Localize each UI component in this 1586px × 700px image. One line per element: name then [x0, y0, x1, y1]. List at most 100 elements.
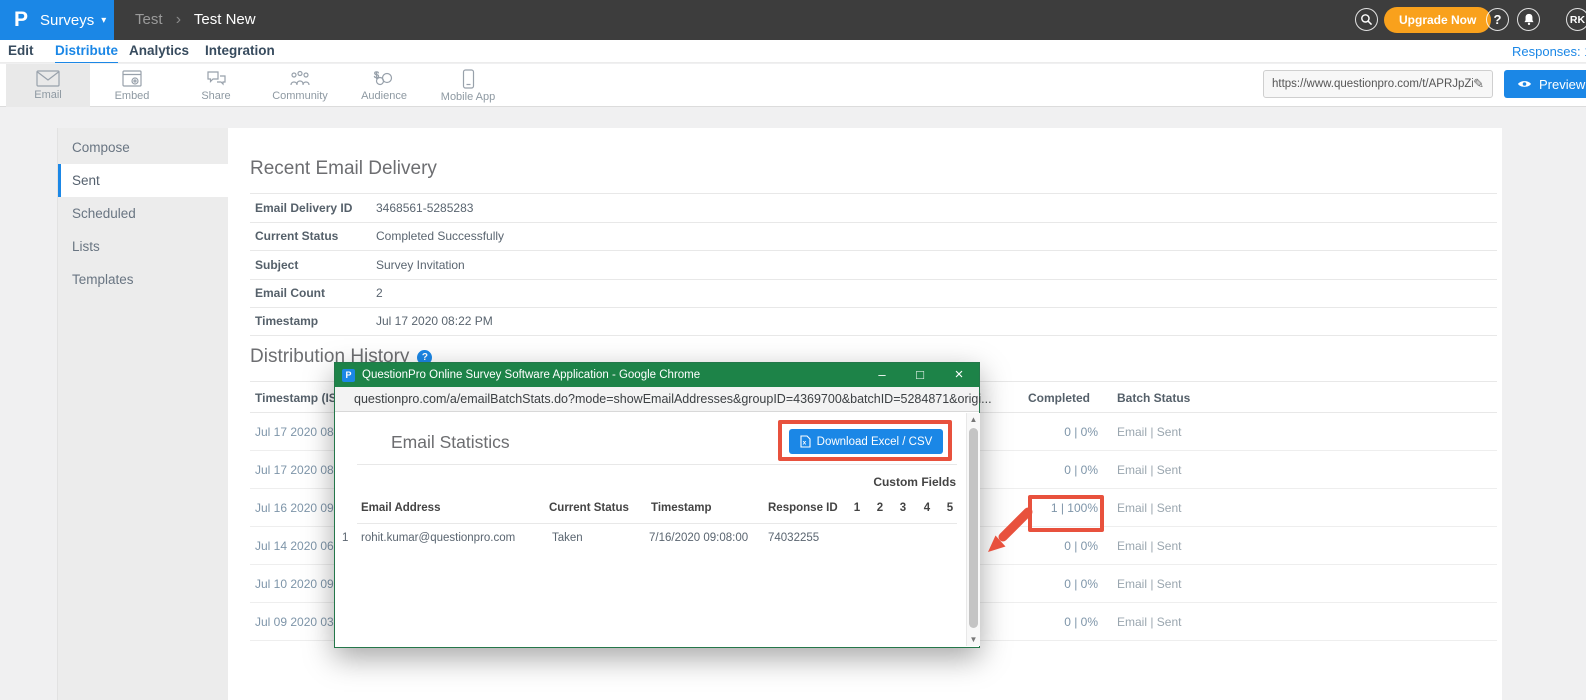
column-header-custom-3: 3 — [895, 502, 911, 514]
close-button[interactable]: × — [944, 363, 974, 387]
column-header-status: Current Status — [549, 502, 629, 514]
preview-button-label: Preview — [1539, 77, 1585, 92]
eye-icon — [1517, 79, 1532, 89]
response-id-cell: 74032255 — [768, 532, 819, 544]
column-header-completed: Completed — [1008, 382, 1098, 414]
svg-text:x: x — [802, 440, 806, 447]
popup-address-bar[interactable]: questionpro.com/a/emailBatchStats.do?mod… — [335, 387, 979, 412]
toolbar-item-email[interactable]: Email — [6, 64, 90, 107]
batch-status-cell: Email | Sent — [1117, 603, 1181, 641]
maximize-button[interactable]: □ — [905, 363, 935, 387]
scrollbar-thumb[interactable] — [969, 428, 978, 628]
toolbar-item-community[interactable]: Community — [258, 64, 342, 107]
column-header-email: Email Address — [361, 502, 440, 514]
toolbar-item-share[interactable]: Share — [174, 64, 258, 107]
questionpro-favicon-icon: P — [342, 369, 355, 382]
popup-url-text: questionpro.com/a/emailBatchStats.do?mod… — [354, 392, 992, 406]
sidebar-item-scheduled[interactable]: Scheduled — [58, 197, 228, 230]
preview-button[interactable]: Preview — [1504, 70, 1586, 98]
toolbar-item-label: Embed — [115, 90, 150, 102]
svg-text:$: $ — [374, 70, 379, 80]
envelope-icon — [36, 70, 60, 87]
batch-status-cell: Email | Sent — [1117, 527, 1181, 565]
toolbar-item-label: Audience — [361, 90, 407, 102]
surveys-menu-label: Surveys — [40, 12, 94, 29]
divider — [357, 464, 957, 465]
field-value: Survey Invitation — [376, 258, 465, 272]
notifications-button[interactable] — [1517, 8, 1540, 31]
responses-count-link[interactable]: Responses: 14 — [1512, 40, 1586, 63]
toolbar-item-audience[interactable]: $ Audience — [342, 64, 426, 107]
tab-analytics[interactable]: Analytics — [129, 40, 189, 63]
toolbar-item-embed[interactable]: Embed — [90, 64, 174, 107]
column-header-timestamp: Timestamp — [651, 502, 712, 514]
column-header-custom-4: 4 — [919, 502, 935, 514]
bell-icon — [1523, 13, 1535, 26]
field-label: Email Delivery ID — [250, 201, 376, 215]
toolbar-item-label: Community — [272, 90, 328, 102]
scroll-up-icon[interactable]: ▲ — [967, 415, 980, 424]
chevron-down-icon: ▾ — [101, 15, 106, 26]
tab-integration[interactable]: Integration — [205, 40, 275, 63]
search-icon — [1360, 13, 1373, 26]
toolbar-item-label: Mobile App — [441, 91, 495, 103]
table-row: Email Delivery ID 3468561-5285283 — [250, 193, 1497, 222]
help-button[interactable]: ? — [1486, 8, 1509, 31]
sidebar-item-lists[interactable]: Lists — [58, 230, 228, 263]
breadcrumb-separator: › — [176, 11, 181, 28]
table-row: Current Status Completed Successfully — [250, 222, 1497, 251]
sidebar-item-templates[interactable]: Templates — [58, 263, 228, 296]
popup-scrollbar[interactable]: ▲ ▼ — [966, 413, 980, 646]
mobile-phone-icon — [462, 69, 475, 89]
popup-window-title: QuestionPro Online Survey Software Appli… — [362, 369, 700, 381]
toolbar-item-mobile-app[interactable]: Mobile App — [426, 64, 510, 107]
field-label: Subject — [250, 258, 376, 272]
field-value: Jul 17 2020 08:22 PM — [376, 314, 493, 328]
share-bubbles-icon — [206, 70, 227, 88]
batch-status-cell: Email | Sent — [1117, 413, 1181, 451]
sidebar-item-sent[interactable]: Sent — [58, 164, 228, 197]
toolbar-item-label: Email — [34, 89, 62, 101]
edit-url-pencil-icon[interactable]: ✎ — [1473, 76, 1484, 92]
email-sidebar: Compose Sent Scheduled Lists Templates — [57, 128, 228, 700]
breadcrumb-parent[interactable]: Test — [135, 11, 163, 28]
scroll-down-icon[interactable]: ▼ — [967, 635, 980, 644]
column-header-custom-5: 5 — [942, 502, 958, 514]
user-avatar[interactable]: RK — [1566, 8, 1586, 31]
embed-window-icon — [122, 70, 142, 88]
excel-file-icon: x — [800, 435, 811, 448]
email-statistics-heading: Email Statistics — [391, 432, 510, 453]
search-button[interactable] — [1355, 8, 1378, 31]
survey-url-box: ✎ — [1263, 70, 1493, 98]
tab-distribute[interactable]: Distribute — [55, 40, 118, 63]
batch-status-cell: Email | Sent — [1117, 565, 1181, 603]
sidebar-item-compose[interactable]: Compose — [58, 131, 228, 164]
distribute-toolbar: Email Embed Share Community $ Audience M… — [0, 64, 1586, 107]
surveys-menu[interactable]: P Surveys ▾ — [0, 0, 114, 40]
table-row: Subject Survey Invitation — [250, 250, 1497, 279]
minimize-button[interactable]: – — [867, 363, 897, 387]
survey-url-input[interactable] — [1272, 78, 1473, 90]
column-header-custom-1: 1 — [849, 502, 865, 514]
field-label: Current Status — [250, 229, 376, 243]
status-cell: Taken — [552, 532, 583, 544]
batch-status-cell: Email | Sent — [1117, 451, 1181, 489]
popup-title-bar[interactable]: P QuestionPro Online Survey Software App… — [335, 363, 979, 387]
breadcrumb: Test › Test New — [135, 0, 256, 40]
field-value: Completed Successfully — [376, 229, 504, 243]
completed-cell: 0 | 0% — [1008, 451, 1098, 489]
completed-cell: 1 | 100% — [1008, 489, 1098, 527]
recent-email-delivery-table: Email Delivery ID 3468561-5285283 Curren… — [250, 193, 1497, 336]
custom-fields-label: Custom Fields — [815, 475, 956, 489]
completed-cell: 0 | 0% — [1008, 565, 1098, 603]
breadcrumb-current: Test New — [194, 11, 256, 28]
tab-edit[interactable]: Edit — [8, 40, 34, 63]
popup-content: Email Statistics x Download Excel / CSV … — [335, 412, 979, 647]
column-header-response-id: Response ID — [768, 502, 838, 514]
email-statistics-popup-window: P QuestionPro Online Survey Software App… — [334, 362, 980, 648]
row-index-cell: 1 — [342, 532, 348, 544]
upgrade-now-button[interactable]: Upgrade Now — [1384, 7, 1491, 33]
timestamp-cell: 7/16/2020 09:08:00 — [649, 532, 748, 544]
toolbar-item-label: Share — [201, 90, 230, 102]
download-excel-csv-button[interactable]: x Download Excel / CSV — [789, 429, 943, 454]
